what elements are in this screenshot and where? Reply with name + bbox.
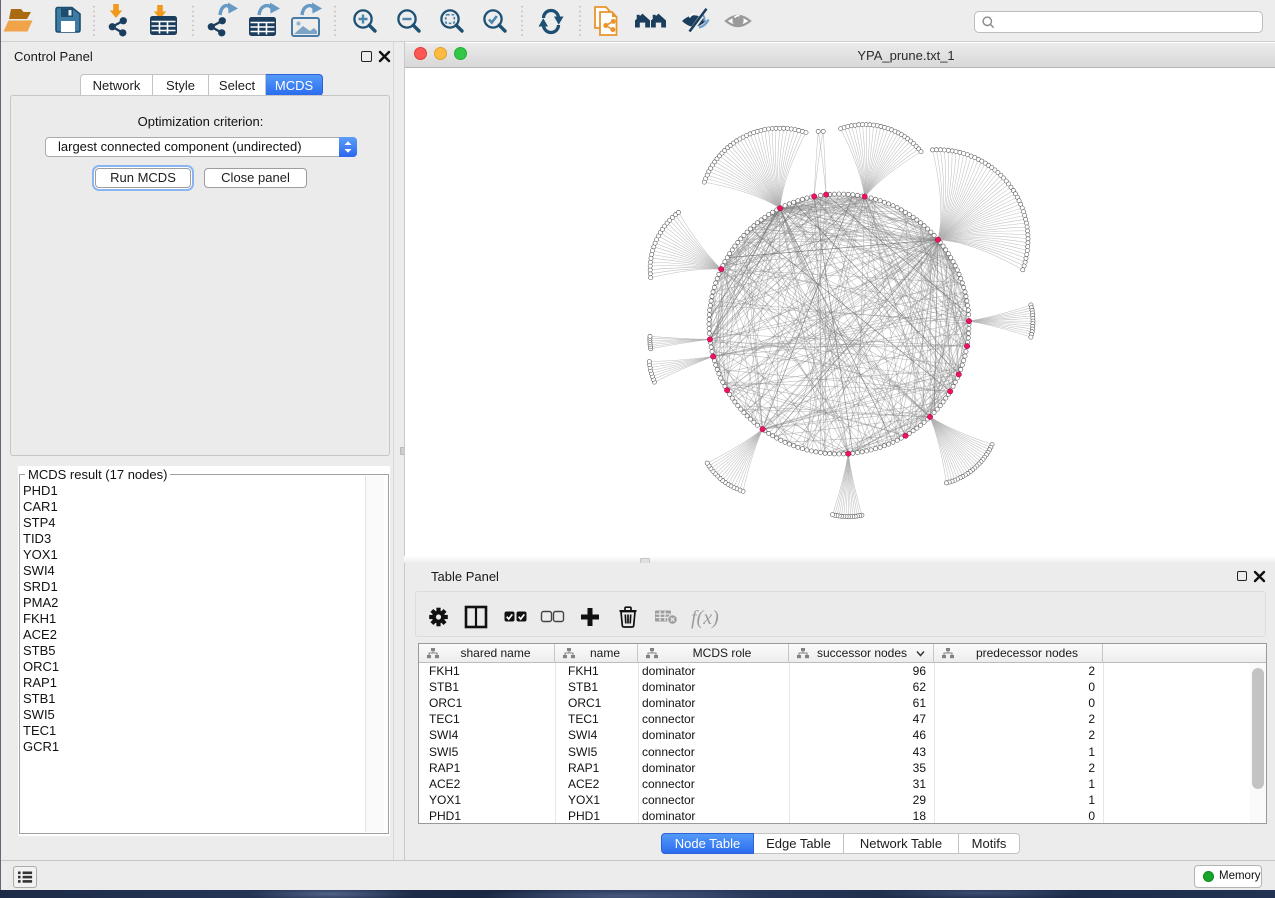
svg-text:f(x): f(x) [691, 607, 719, 629]
